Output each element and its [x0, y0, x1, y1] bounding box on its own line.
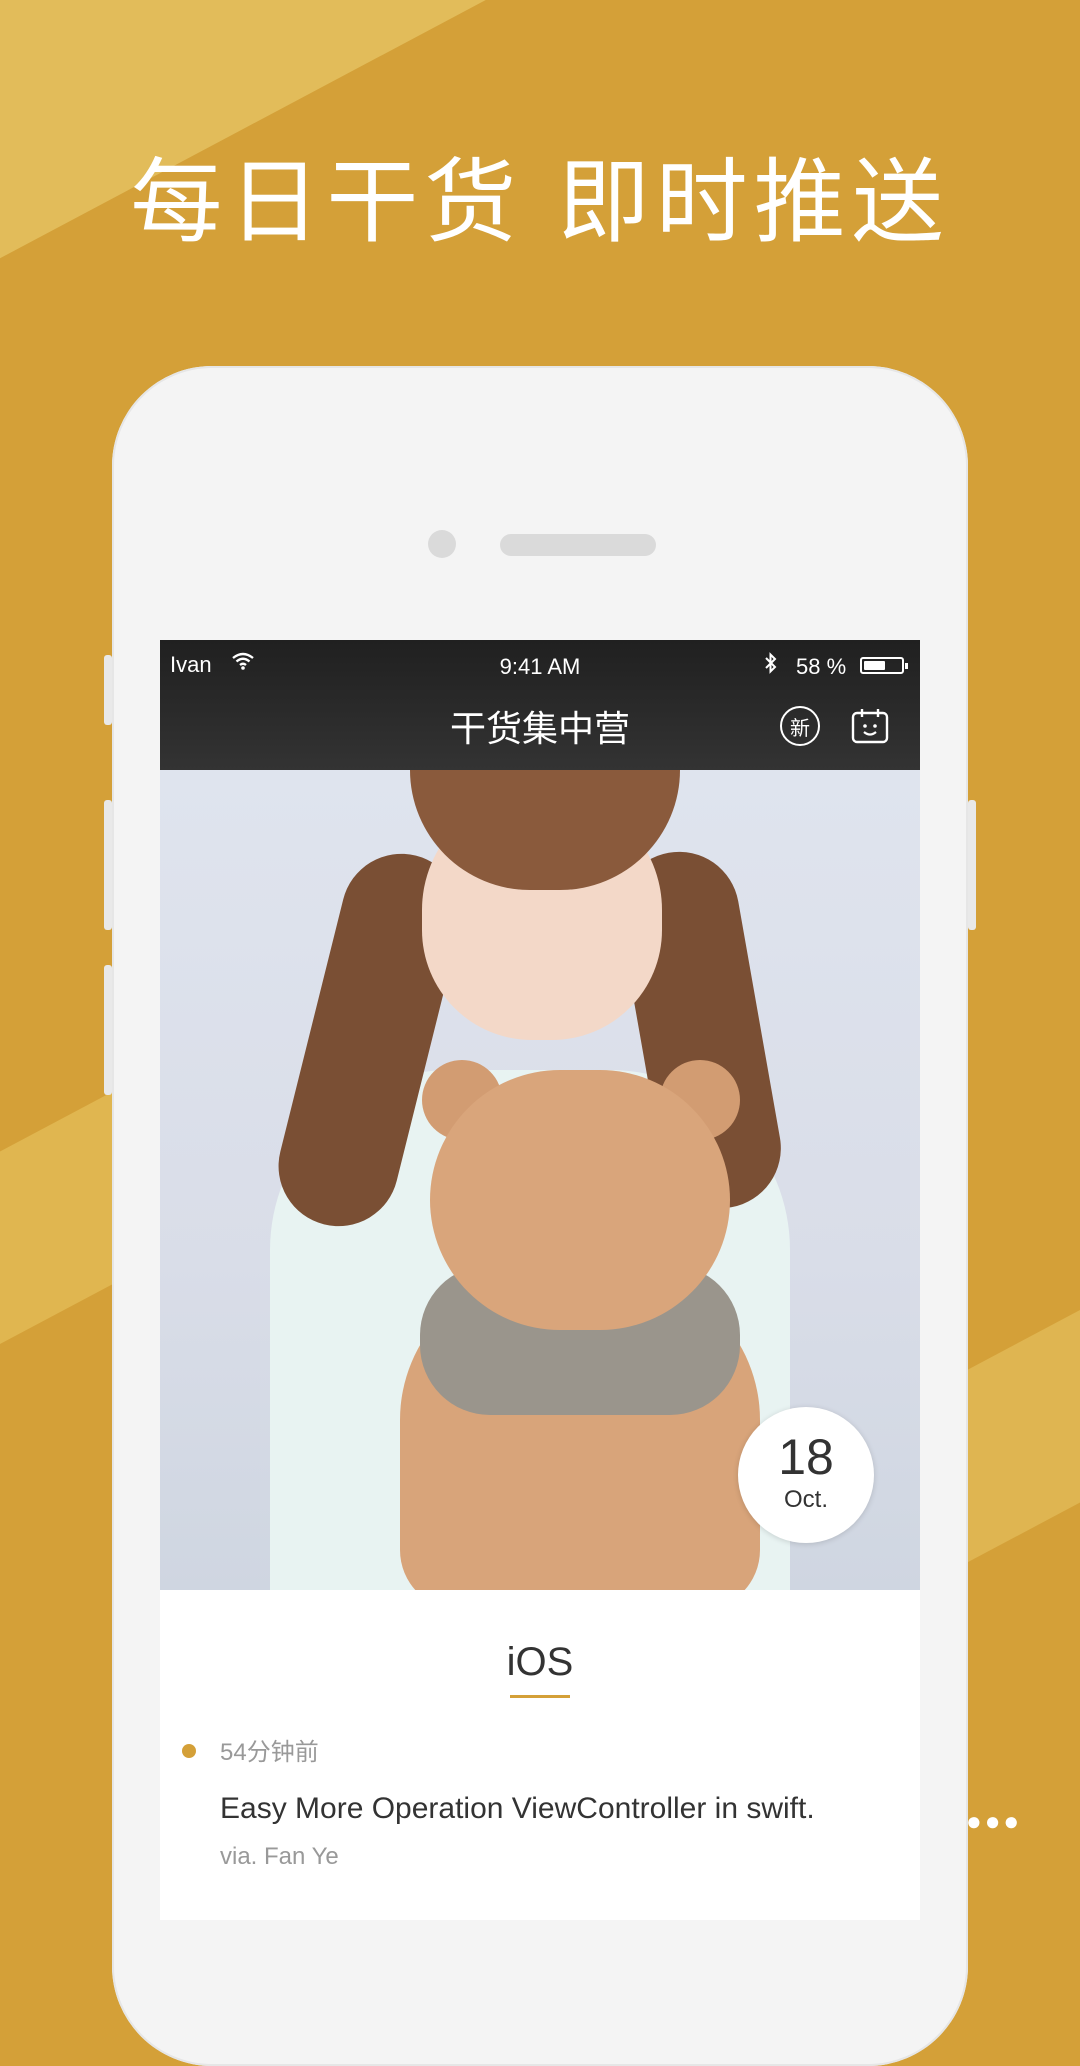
date-day: 18	[778, 1429, 834, 1485]
date-badge: 18 Oct.	[738, 1407, 874, 1543]
phone-side-button	[104, 965, 112, 1095]
phone-speaker	[500, 534, 656, 556]
category-title[interactable]: iOS	[160, 1640, 920, 1685]
phone-side-button	[104, 800, 112, 930]
battery-icon	[860, 657, 908, 674]
battery-percent: 58 %	[796, 654, 847, 679]
bluetooth-icon	[764, 652, 778, 680]
post-time: 54分钟前	[220, 1739, 319, 1766]
app-screen: Ivan 9:41 AM 58 % 干货集中营 新 18 Oct. iOS 54…	[160, 640, 920, 1920]
category-underline	[510, 1695, 570, 1698]
list-item[interactable]: 54分钟前 Easy More Operation ViewController…	[160, 1732, 920, 1871]
bullet-dot	[182, 1744, 196, 1758]
app-bar: Ivan 9:41 AM 58 % 干货集中营 新	[160, 640, 920, 770]
post-author: via. Fan Ye	[220, 1843, 339, 1870]
teddy-bear-head	[430, 1070, 730, 1330]
more-icon[interactable]: ●●●	[966, 1806, 1036, 1836]
post-title[interactable]: Easy More Operation ViewController in sw…	[220, 1781, 860, 1837]
battery-fill	[864, 661, 885, 670]
date-month: Oct.	[783, 1486, 828, 1513]
calendar-icon[interactable]	[850, 706, 890, 746]
phone-camera	[428, 530, 456, 558]
battery-nub	[905, 663, 908, 669]
new-icon-label: 新	[790, 717, 810, 740]
status-bar: Ivan 9:41 AM 58 %	[160, 646, 920, 680]
new-icon[interactable]: 新	[780, 706, 820, 746]
content-section: iOS 54分钟前 Easy More Operation ViewContro…	[160, 1590, 920, 1871]
phone-side-button	[104, 655, 112, 725]
promo-headline: 每日干货 即时推送	[130, 149, 950, 256]
phone-side-button	[968, 800, 976, 930]
magic-wand-icon	[822, 1778, 892, 1848]
